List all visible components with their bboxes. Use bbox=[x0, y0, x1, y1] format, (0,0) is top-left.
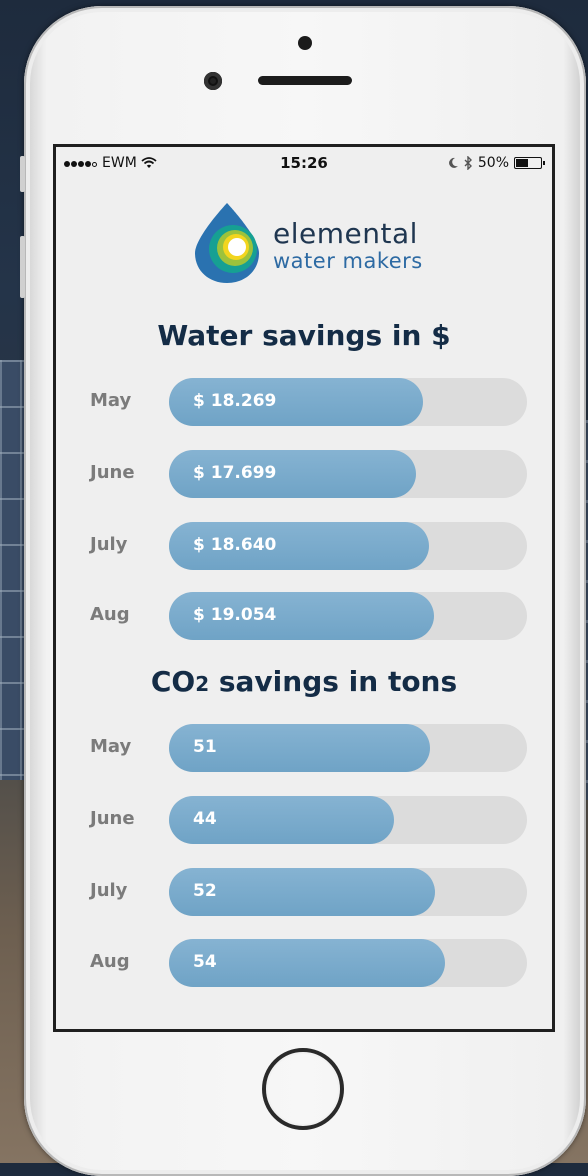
logo-text-elemental: elemental bbox=[273, 217, 418, 250]
bar-fill: 44 bbox=[169, 796, 394, 844]
moon-icon bbox=[448, 157, 458, 168]
row-month-label: Aug bbox=[90, 951, 130, 972]
savings-row: Aug $ 19.054 bbox=[56, 592, 552, 640]
home-button[interactable] bbox=[262, 1048, 344, 1130]
bar-fill: $ 18.640 bbox=[169, 522, 429, 570]
app-screen: EWM 15:26 50% elemental water makers Wat… bbox=[53, 144, 555, 1032]
bar-track: $ 18.269 bbox=[169, 378, 527, 426]
bar-track: 52 bbox=[169, 868, 527, 916]
bar-track: $ 17.699 bbox=[169, 450, 527, 498]
bluetooth-icon bbox=[464, 156, 472, 170]
earpiece-speaker bbox=[258, 76, 352, 85]
row-month-label: May bbox=[90, 736, 132, 757]
bar-value-label: $ 17.699 bbox=[193, 463, 277, 483]
status-bar: EWM 15:26 50% bbox=[56, 147, 552, 181]
bar-fill: 52 bbox=[169, 868, 435, 916]
bar-track: $ 18.640 bbox=[169, 522, 527, 570]
savings-row: July $ 18.640 bbox=[56, 522, 552, 570]
co2-savings-title: CO2 savings in tons bbox=[150, 665, 458, 698]
app-logo: elemental water makers bbox=[191, 201, 451, 285]
bar-value-label: 44 bbox=[193, 809, 217, 829]
battery-percent: 50% bbox=[477, 155, 509, 171]
volume-up-button bbox=[20, 236, 25, 298]
bar-fill: $ 17.699 bbox=[169, 450, 416, 498]
savings-row: May 51 bbox=[56, 724, 552, 772]
logo-text-water-makers: water makers bbox=[273, 249, 423, 273]
bar-track: 44 bbox=[169, 796, 527, 844]
bar-fill: 54 bbox=[169, 939, 445, 987]
bar-value-label: $ 19.054 bbox=[193, 605, 277, 625]
row-month-label: June bbox=[90, 808, 135, 829]
savings-row: June $ 17.699 bbox=[56, 450, 552, 498]
bar-value-label: 54 bbox=[193, 952, 217, 972]
water-savings-title: Water savings in $ bbox=[157, 319, 451, 352]
row-month-label: July bbox=[90, 534, 128, 555]
proximity-sensor bbox=[298, 36, 312, 50]
bar-track: 54 bbox=[169, 939, 527, 987]
bar-value-label: $ 18.640 bbox=[193, 535, 277, 555]
row-month-label: Aug bbox=[90, 604, 130, 625]
water-drop-logo-icon bbox=[195, 203, 259, 283]
bar-value-label: 52 bbox=[193, 881, 217, 901]
bar-track: $ 19.054 bbox=[169, 592, 527, 640]
row-month-label: July bbox=[90, 880, 128, 901]
savings-row: July 52 bbox=[56, 868, 552, 916]
bar-value-label: 51 bbox=[193, 737, 217, 757]
mute-switch bbox=[20, 156, 25, 192]
battery-icon bbox=[514, 157, 545, 169]
bar-fill: $ 19.054 bbox=[169, 592, 434, 640]
front-camera bbox=[204, 72, 222, 90]
savings-row: June 44 bbox=[56, 796, 552, 844]
savings-row: Aug 54 bbox=[56, 939, 552, 987]
bar-fill: 51 bbox=[169, 724, 430, 772]
bar-value-label: $ 18.269 bbox=[193, 391, 277, 411]
row-month-label: June bbox=[90, 462, 135, 483]
bar-fill: $ 18.269 bbox=[169, 378, 423, 426]
row-month-label: May bbox=[90, 390, 132, 411]
bar-track: 51 bbox=[169, 724, 527, 772]
savings-row: May $ 18.269 bbox=[56, 378, 552, 426]
